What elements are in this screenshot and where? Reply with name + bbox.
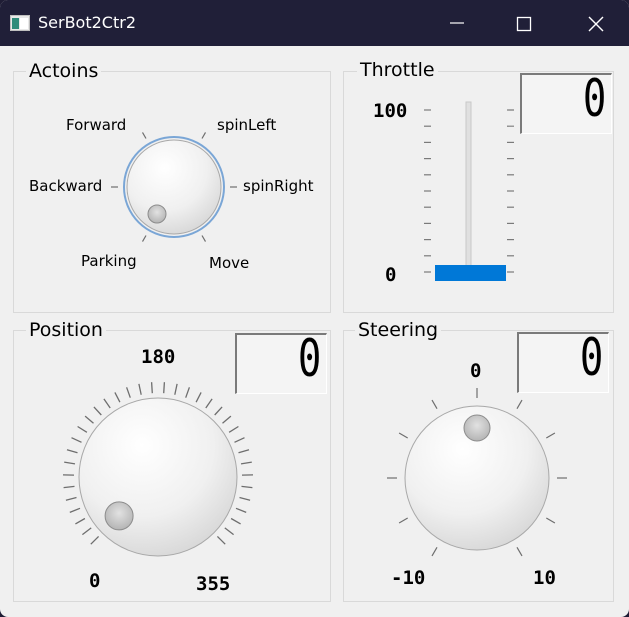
steering-dial-tick: [398, 517, 409, 524]
steering-dial-tick: [516, 399, 523, 410]
steering-dial-tick: [516, 546, 523, 557]
steering-dial-tick: [431, 546, 438, 557]
steering-dial-tick: [431, 399, 438, 410]
steering-dial-tick: [545, 432, 556, 439]
main-window: SerBot2Ctr2 Actoins Forward spinLeft Bac…: [0, 0, 629, 617]
steering-dial-tick: [545, 517, 556, 524]
steering-dial[interactable]: [0, 0, 629, 617]
steering-dial-indicator: [463, 414, 491, 442]
steering-dial-tick: [398, 432, 409, 439]
